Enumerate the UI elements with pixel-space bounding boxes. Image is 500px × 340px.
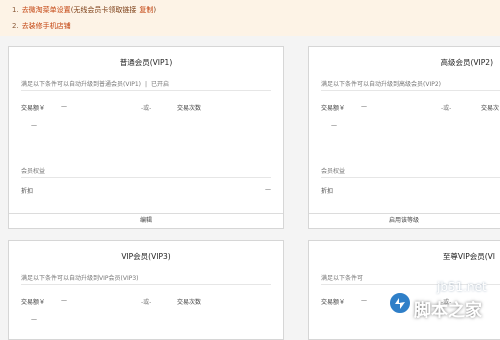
tip-item-2: 2. 去装修手机店铺 — [12, 21, 71, 31]
amount-value: — — [361, 103, 367, 110]
watermark-site: jb51.net — [437, 280, 487, 294]
amount-label: 交易额￥ — [321, 299, 346, 306]
divider — [21, 284, 271, 285]
decorate-mobile-shop-link[interactable]: 去装修手机店铺 — [22, 22, 71, 30]
upgrade-condition: 满足以下条件可以自动升级到VIP会员(VIP3) — [21, 275, 139, 282]
card-title: VIP会员(VIP3) — [121, 252, 171, 261]
enable-level-button[interactable]: 启用该等级 — [309, 213, 500, 228]
edit-button[interactable]: 编辑 — [9, 213, 283, 228]
tip-number: 1. — [12, 6, 19, 14]
upgrade-condition: 满足以下条件可以自动升级到普通会员(VIP1) | 已开启 — [21, 79, 169, 88]
tip-note-close: ) — [153, 6, 157, 14]
rights-label: 会员权益 — [21, 168, 46, 175]
upgrade-condition: 满足以下条件可 — [321, 275, 364, 282]
divider — [21, 177, 271, 178]
amount-label: 交易额￥ — [21, 299, 46, 306]
divider — [321, 177, 500, 178]
or-text: -或- — [141, 299, 152, 306]
watermark-brand: 脚本之家 — [414, 301, 482, 321]
watermark-logo-icon — [388, 291, 412, 315]
condition-text: 满足以下条件可以自动升级到普通会员(VIP1) — [21, 81, 141, 88]
card-title: 普通会员(VIP1) — [119, 58, 173, 67]
divider — [321, 90, 500, 91]
copy-link[interactable]: 复制 — [139, 6, 153, 14]
count-value: — — [331, 122, 337, 129]
tips-bar: 1. 去微淘菜单设置(无线会员卡领取链接 复制) 2. 去装修手机店铺 — [0, 0, 500, 36]
separator: | — [145, 81, 148, 88]
amount-value: — — [361, 297, 367, 304]
amount-value: — — [61, 103, 67, 110]
amount-label: 交易额￥ — [21, 105, 46, 112]
member-card-vip3: VIP会员(VIP3) 满足以下条件可以自动升级到VIP会员(VIP3) 交易额… — [8, 240, 284, 340]
discount-label: 折扣 — [321, 188, 334, 195]
upgrade-condition: 满足以下条件可以自动升级到高级会员(VIP2) — [321, 81, 441, 88]
amount-label: 交易额￥ — [321, 105, 346, 112]
or-text: -或- — [441, 105, 452, 112]
tip-number: 2. — [12, 22, 19, 30]
status-badge: 已开启 — [151, 81, 170, 88]
count-label: 交易次数 — [177, 105, 202, 112]
amount-value: — — [61, 297, 67, 304]
count-value: — — [31, 316, 37, 323]
discount-value: — — [265, 186, 271, 193]
tip-note: (无线会员卡领取链接 — [70, 6, 137, 14]
or-text: -或- — [141, 105, 152, 112]
card-title: 至尊VIP会员(VI — [442, 252, 495, 261]
discount-label: 折扣 — [21, 188, 34, 195]
count-label: 交易次 — [481, 105, 500, 112]
tip-item-1: 1. 去微淘菜单设置(无线会员卡领取链接 复制) — [12, 5, 156, 15]
count-value: — — [31, 122, 37, 129]
member-card-vip1: 普通会员(VIP1) 满足以下条件可以自动升级到普通会员(VIP1) | 已开启 交… — [8, 46, 284, 229]
count-label: 交易次数 — [177, 299, 202, 306]
divider — [21, 90, 271, 91]
card-title: 高级会员(VIP2) — [440, 58, 494, 67]
member-card-vip2: 高级会员(VIP2) 满足以下条件可以自动升级到高级会员(VIP2) 交易额￥ … — [308, 46, 500, 229]
rights-label: 会员权益 — [321, 168, 346, 175]
wei-tao-menu-link[interactable]: 去微淘菜单设置 — [22, 6, 71, 14]
